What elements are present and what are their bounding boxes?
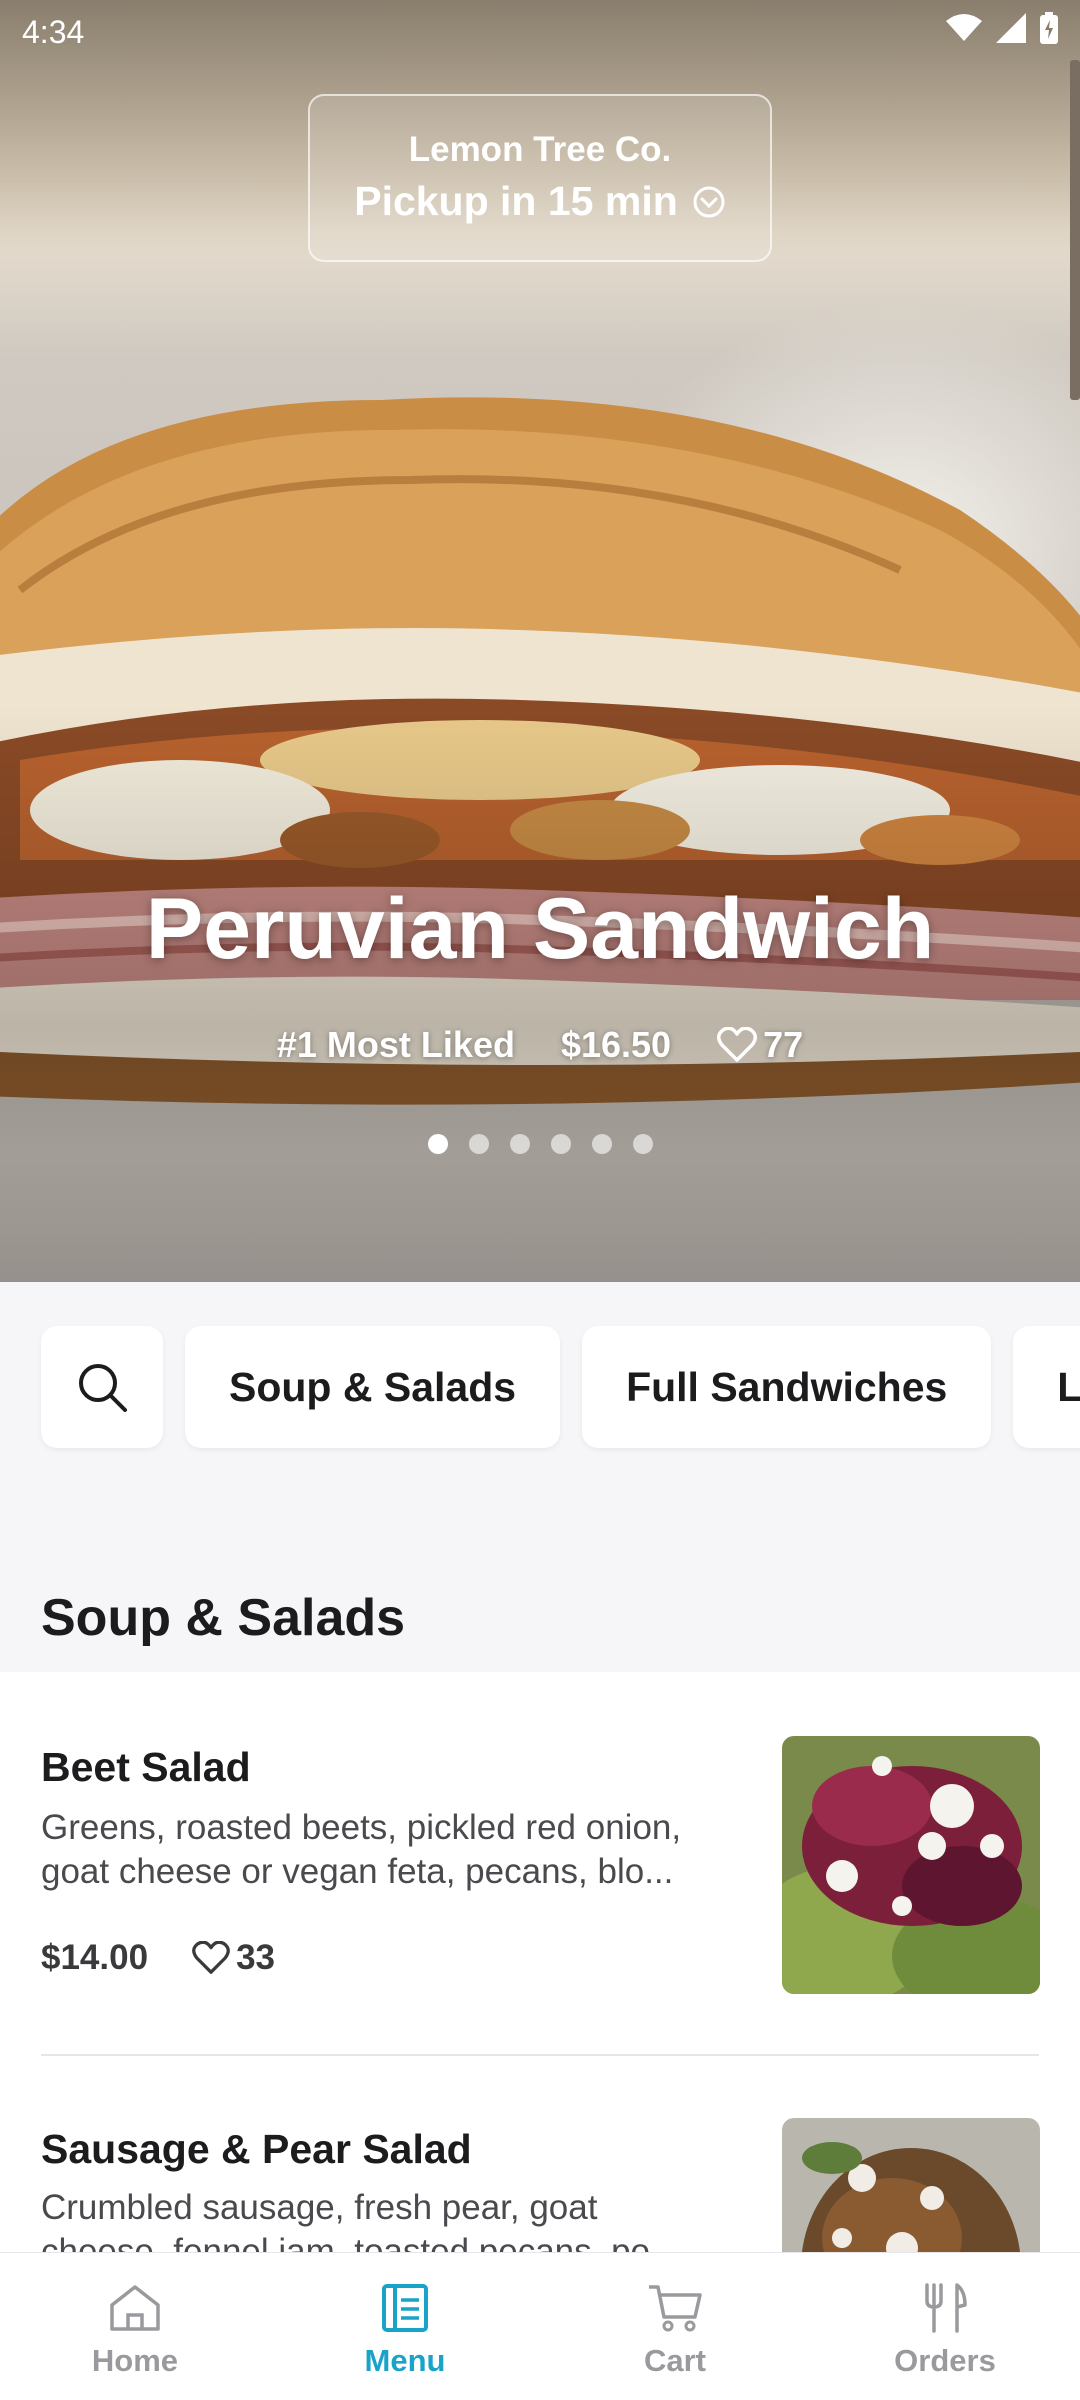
menu-list: Beet Salad Greens, roasted beets, pickle… bbox=[0, 1672, 1080, 2252]
carousel-dot[interactable] bbox=[550, 1134, 571, 1154]
scrollbar[interactable] bbox=[1070, 60, 1080, 400]
heart-icon bbox=[192, 1941, 230, 1974]
utensils-icon bbox=[925, 2283, 967, 2333]
featured-title[interactable]: Peruvian Sandwich bbox=[0, 880, 1080, 979]
category-chip-full-sandwiches[interactable]: Full Sandwiches bbox=[582, 1326, 992, 1448]
store-name: Lemon Tree Co. bbox=[408, 130, 672, 169]
hero-banner[interactable]: 4:34 Lemon Tree Co. Pickup in 15 min Per… bbox=[0, 0, 1080, 1282]
nav-orders[interactable]: Orders bbox=[810, 2253, 1080, 2400]
item-likes[interactable]: 33 bbox=[192, 1938, 275, 1978]
home-icon bbox=[110, 2285, 160, 2331]
item-meta: $14.00 33 bbox=[41, 1938, 275, 1978]
signal-icon bbox=[996, 13, 1026, 43]
featured-likes[interactable]: 77 bbox=[717, 1024, 803, 1066]
bottom-navigation: Home Menu Cart Orders bbox=[0, 2252, 1080, 2400]
battery-icon bbox=[1040, 12, 1058, 44]
menu-icon bbox=[382, 2284, 428, 2332]
carousel-dot[interactable] bbox=[509, 1134, 530, 1154]
category-chip-partial[interactable]: L bbox=[1013, 1326, 1080, 1448]
featured-likes-count: 77 bbox=[763, 1024, 804, 1065]
cart-icon bbox=[649, 2285, 702, 2332]
nav-label: Home bbox=[91, 2343, 179, 2378]
item-photo bbox=[782, 2118, 1040, 2252]
pickup-time: Pickup in 15 min bbox=[354, 178, 678, 224]
category-chip-soup-salads[interactable]: Soup & Salads bbox=[185, 1326, 561, 1448]
item-description: Greens, roasted beets, pickled red onion… bbox=[41, 1808, 682, 1891]
item-description: Crumbled sausage, fresh pear, goat chees… bbox=[41, 2188, 680, 2252]
featured-price: $16.50 bbox=[560, 1024, 672, 1065]
item-name: Beet Salad bbox=[41, 1744, 251, 1790]
search-icon bbox=[79, 1364, 127, 1412]
carousel-dot[interactable] bbox=[591, 1134, 612, 1154]
menu-item[interactable]: Sausage & Pear Salad Crumbled sausage, f… bbox=[0, 2056, 1080, 2252]
carousel-dot[interactable] bbox=[468, 1134, 489, 1154]
menu-item[interactable]: Beet Salad Greens, roasted beets, pickle… bbox=[0, 1672, 1080, 2054]
search-button[interactable] bbox=[41, 1326, 163, 1448]
item-price: $14.00 bbox=[41, 1938, 149, 1977]
featured-rank: #1 Most Liked bbox=[276, 1024, 515, 1065]
status-time: 4:34 bbox=[22, 14, 85, 50]
featured-meta: #1 Most Liked $16.50 77 bbox=[0, 1024, 1080, 1066]
chevron-down-circle-icon bbox=[693, 186, 725, 217]
wifi-icon bbox=[946, 14, 982, 41]
store-selector[interactable]: Lemon Tree Co. Pickup in 15 min bbox=[308, 94, 772, 262]
item-likes-count: 33 bbox=[236, 1938, 275, 1977]
category-chips: Soup & Salads Full Sandwiches L bbox=[41, 1326, 1080, 1448]
item-name: Sausage & Pear Salad bbox=[41, 2126, 472, 2172]
nav-menu[interactable]: Menu bbox=[270, 2253, 540, 2400]
nav-label: Orders bbox=[894, 2343, 996, 2378]
nav-home[interactable]: Home bbox=[0, 2253, 270, 2400]
nav-label: Cart bbox=[643, 2343, 706, 2378]
section-title: Soup & Salads bbox=[41, 1589, 406, 1647]
nav-label: Menu bbox=[364, 2343, 446, 2378]
nav-cart[interactable]: Cart bbox=[540, 2253, 810, 2400]
status-bar: 4:34 bbox=[0, 0, 1080, 62]
heart-icon bbox=[717, 1027, 758, 1062]
item-photo bbox=[782, 1736, 1040, 1994]
carousel-indicator[interactable] bbox=[0, 1134, 1080, 1154]
carousel-dot[interactable] bbox=[427, 1134, 448, 1154]
carousel-dot[interactable] bbox=[632, 1134, 653, 1154]
status-icons bbox=[946, 12, 1058, 44]
